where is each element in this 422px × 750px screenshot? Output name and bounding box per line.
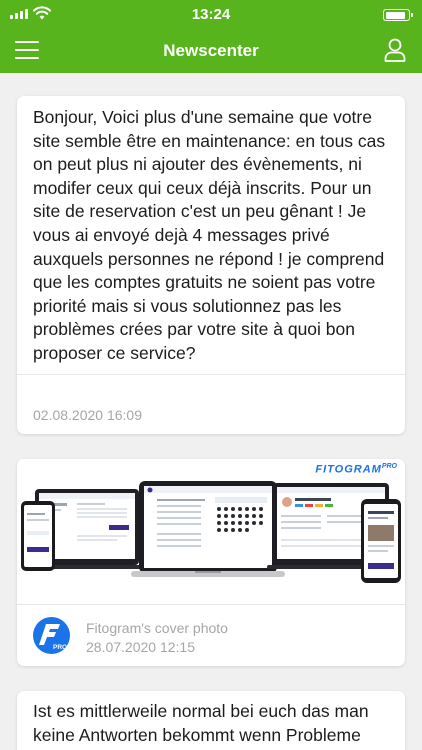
news-card-text: Ist es mittlerweile normal bei euch das … [33, 701, 369, 745]
fitogram-logo-icon: PRO [39, 624, 67, 651]
fitogram-logo: FITOGRAMPRO [315, 463, 397, 476]
post-author-name: Fitogram's cover photo [86, 620, 228, 636]
page-title: Newscenter [163, 41, 259, 60]
user-profile-icon[interactable] [384, 38, 406, 62]
battery-level [385, 11, 406, 19]
devices-illustration [21, 481, 401, 583]
status-bar: 13:24 [0, 0, 422, 28]
battery-icon [383, 9, 413, 21]
cover-photo[interactable]: FITOGRAMPRO [17, 459, 405, 604]
news-card[interactable]: FITOGRAMPRO PRO Fitogram's cover photo 2… [17, 459, 405, 666]
post-date: 28.07.2020 12:15 [86, 639, 195, 655]
news-card[interactable]: Ist es mittlerweile normal bei euch das … [17, 691, 405, 750]
app-header: Newscenter [0, 28, 422, 73]
news-card[interactable]: Bonjour, Voici plus d'une semaine que vo… [17, 96, 405, 434]
news-card-text: Bonjour, Voici plus d'une semaine que vo… [33, 107, 386, 363]
svg-text:PRO: PRO [53, 644, 67, 651]
news-feed[interactable]: Bonjour, Voici plus d'une semaine que vo… [0, 73, 422, 750]
fitogram-avatar[interactable]: PRO [33, 617, 70, 654]
news-card-date: 02.08.2020 16:09 [33, 407, 142, 423]
card-divider [17, 374, 405, 375]
post-author-row[interactable]: PRO Fitogram's cover photo 28.07.2020 12… [17, 605, 405, 666]
status-time: 13:24 [191, 6, 231, 23]
